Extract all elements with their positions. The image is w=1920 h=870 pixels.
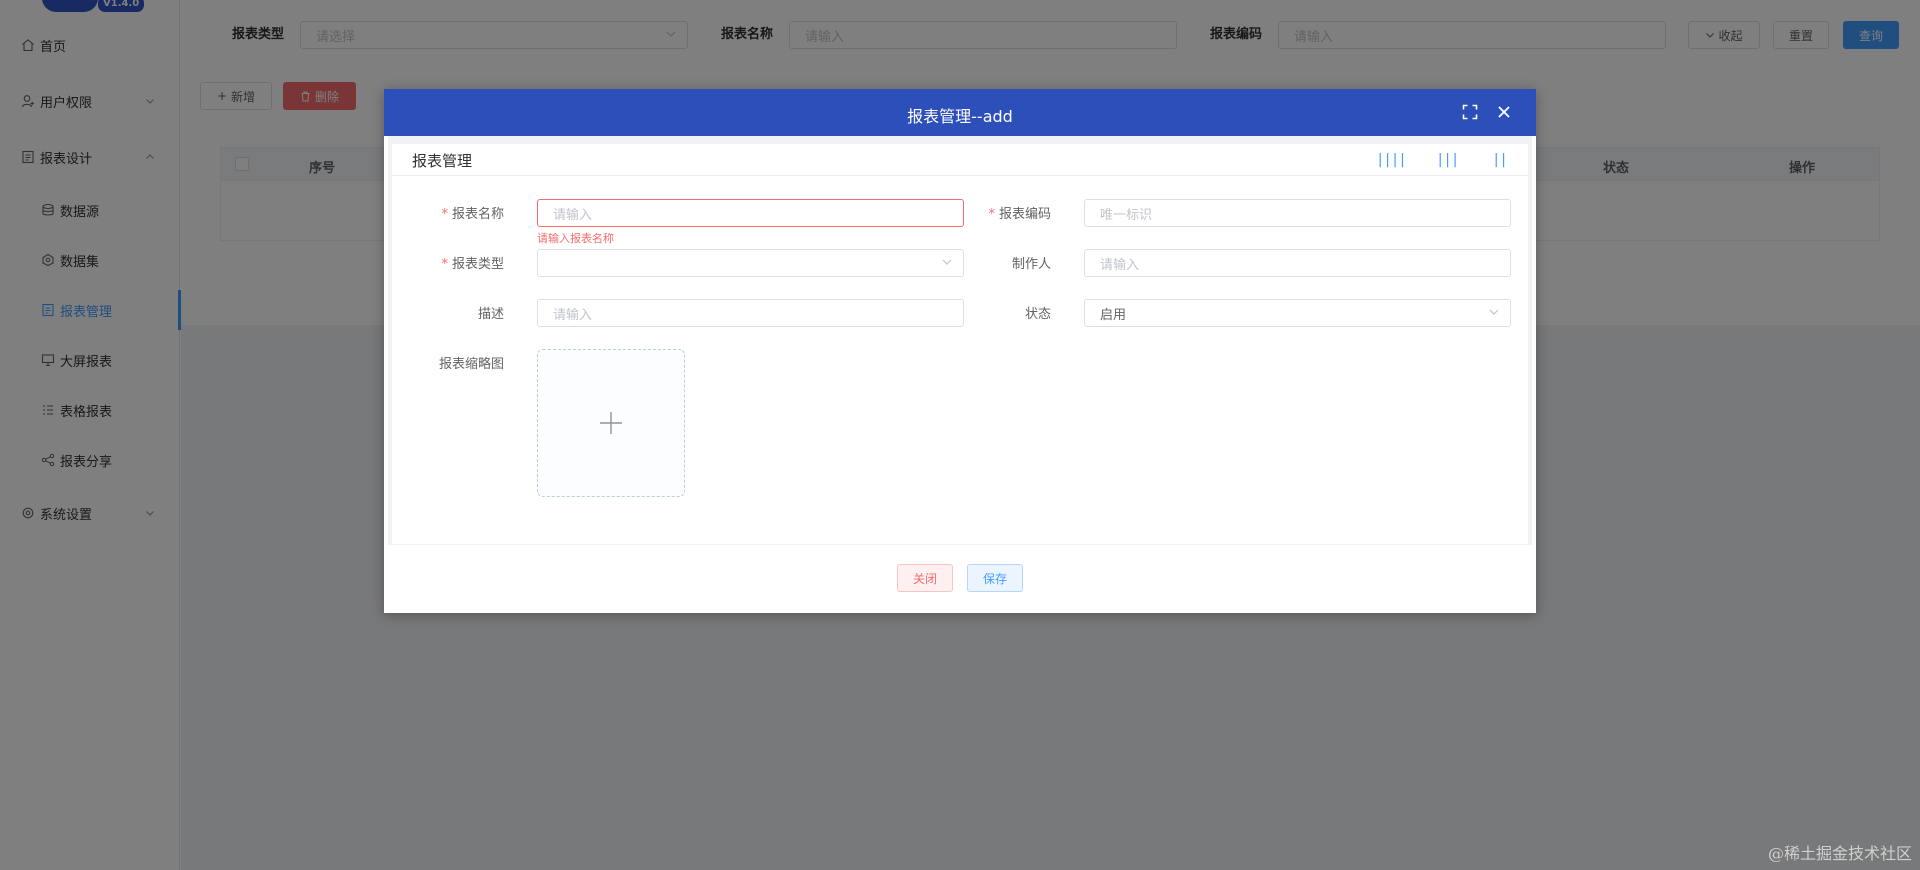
watermark: @稀土掘金技术社区 [1767,844,1912,863]
description-input[interactable]: 请输入 [537,299,964,327]
density-small-icon[interactable]: || [1492,152,1508,168]
density-medium-icon[interactable]: ||| [1436,152,1459,168]
save-button[interactable]: 保存 [967,564,1023,592]
report-name-label: * 报表名称 [441,207,504,222]
close-icon[interactable] [1496,104,1514,122]
density-large-icon[interactable]: |||| [1376,152,1407,168]
fullscreen-icon[interactable] [1462,104,1480,122]
description-label: 描述 [477,307,504,322]
report-name-error: 请输入报表名称 [537,232,614,245]
status-label: 状态 [1024,307,1051,322]
dialog-title: 报表管理--add [907,107,1013,126]
close-button[interactable]: 关闭 [897,564,953,592]
report-name-input[interactable]: 请输入 [537,199,964,227]
report-type-label: * 报表类型 [441,257,504,272]
dialog-header: 报表管理--add [384,89,1536,136]
form-card: 报表管理 |||| ||| || * 报表名称 请输入 请输入报表名称 * 报表编码… [392,144,1528,544]
dialog-body: 报表管理 |||| ||| || * 报表名称 请输入 请输入报表名称 * 报表编码… [388,136,1532,545]
card-title: 报表管理 [412,152,473,170]
dialog-footer: 关闭 保存 [384,545,1536,613]
report-type-select[interactable] [537,249,964,277]
report-dialog: 报表管理--add 报表管理 |||| ||| || * 报表名称 请输入 请输入… [384,89,1536,613]
author-label: 制作人 [1011,257,1051,272]
status-select[interactable]: 启用 [1084,299,1511,327]
thumbnail-upload[interactable] [537,349,685,497]
report-code-input[interactable]: 唯一标识 [1084,199,1511,227]
chevron-down-icon [1488,306,1500,322]
plus-icon [598,410,624,436]
thumbnail-label: 报表缩略图 [438,357,504,372]
report-code-label: * 报表编码 [988,207,1051,222]
card-header: 报表管理 |||| ||| || [392,144,1528,176]
author-input[interactable]: 请输入 [1084,249,1511,277]
